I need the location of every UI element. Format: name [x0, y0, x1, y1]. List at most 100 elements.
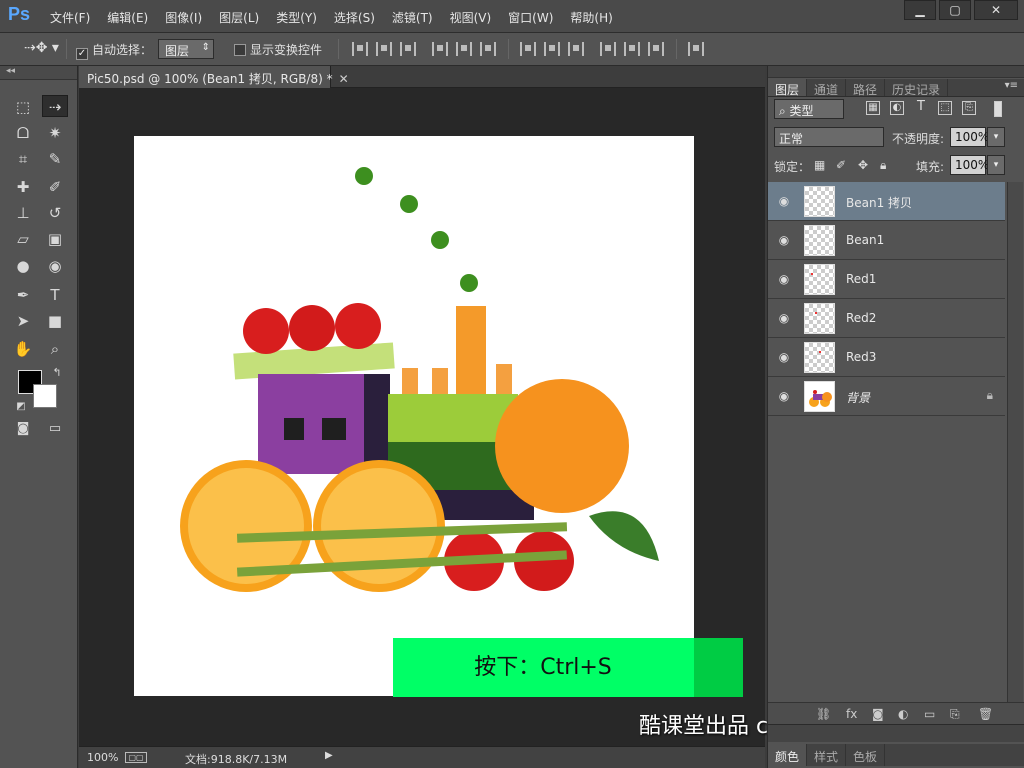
- lock-all-icon[interactable]: 🔒︎: [880, 158, 886, 173]
- auto-select-checkbox[interactable]: ✓: [76, 48, 88, 60]
- move-tool-icon[interactable]: ⇢: [42, 95, 68, 117]
- type-tool-icon[interactable]: T: [42, 284, 68, 306]
- menu-filter[interactable]: 滤镜(T): [392, 9, 433, 26]
- toolbox-collapse-icon[interactable]: ◂◂: [0, 66, 77, 80]
- auto-select-target-dropdown[interactable]: 图层: [158, 39, 214, 59]
- show-transform-control[interactable]: 显示变换控件: [234, 41, 322, 58]
- menu-view[interactable]: 视图(V): [450, 9, 492, 26]
- fill-input[interactable]: 100%: [950, 155, 989, 175]
- layer-style-icon[interactable]: fx: [846, 707, 857, 721]
- panel-collapse-strip[interactable]: [768, 66, 1024, 78]
- zoom-fit-icon[interactable]: ▢▢: [125, 752, 147, 763]
- visibility-eye-icon[interactable]: ◉: [776, 389, 792, 403]
- lock-transparent-icon[interactable]: ▦: [814, 158, 825, 172]
- hand-tool-icon[interactable]: ✋: [10, 338, 36, 360]
- layer-row[interactable]: ◉ Bean1 拷贝: [768, 182, 1005, 221]
- marquee-tool-icon[interactable]: ⬚: [10, 96, 36, 118]
- brush-tool-icon[interactable]: ✐: [42, 176, 68, 198]
- visibility-eye-icon[interactable]: ◉: [776, 233, 792, 247]
- pen-tool-icon[interactable]: ✒: [10, 284, 36, 306]
- smart-object-filter-icon[interactable]: ⎘: [962, 101, 976, 115]
- move-tool-preset-icon[interactable]: ⇢✥ ▾: [24, 40, 59, 56]
- blend-mode-dropdown[interactable]: 正常: [774, 127, 884, 147]
- align-bottom-icon[interactable]: [400, 42, 416, 56]
- swap-colors-icon[interactable]: ↰: [44, 362, 70, 384]
- layer-row[interactable]: ◉ Bean1: [768, 221, 1005, 260]
- visibility-eye-icon[interactable]: ◉: [776, 311, 792, 325]
- image-canvas[interactable]: [134, 136, 694, 696]
- quick-mask-icon[interactable]: ◙: [10, 418, 36, 440]
- panel-scrollbar[interactable]: [1007, 182, 1023, 702]
- menu-file[interactable]: 文件(F): [50, 9, 90, 26]
- layer-row[interactable]: ◉ Red2: [768, 299, 1005, 338]
- clone-stamp-tool-icon[interactable]: ⊥: [10, 202, 36, 224]
- align-vcenter-icon[interactable]: [376, 42, 392, 56]
- close-icon[interactable]: ✕: [974, 0, 1018, 20]
- panel2-collapse-strip[interactable]: [768, 724, 1024, 742]
- layer-row[interactable]: ◉ 背景 🔒︎: [768, 377, 1005, 416]
- menu-edit[interactable]: 编辑(E): [107, 9, 148, 26]
- lasso-tool-icon[interactable]: ᗝ: [10, 122, 36, 144]
- lock-image-icon[interactable]: ✐: [836, 158, 846, 172]
- menu-type[interactable]: 类型(Y): [276, 9, 317, 26]
- align-top-icon[interactable]: [352, 42, 368, 56]
- distribute-left-icon[interactable]: [600, 42, 616, 56]
- history-brush-tool-icon[interactable]: ↺: [42, 202, 68, 224]
- adjustment-layer-filter-icon[interactable]: ◐: [890, 101, 904, 115]
- healing-brush-tool-icon[interactable]: ✚: [10, 176, 36, 198]
- eyedropper-tool-icon[interactable]: ✎: [42, 148, 68, 170]
- show-transform-checkbox[interactable]: [234, 44, 246, 56]
- distribute-top-icon[interactable]: [520, 42, 536, 56]
- type-layer-filter-icon[interactable]: T: [914, 100, 928, 115]
- tab-swatches[interactable]: 色板: [846, 744, 886, 766]
- lock-position-icon[interactable]: ✥: [858, 158, 868, 172]
- auto-select-control[interactable]: ✓ 自动选择：: [76, 41, 152, 60]
- layer-row[interactable]: ◉ Red1: [768, 260, 1005, 299]
- tab-paths[interactable]: 路径: [846, 79, 886, 97]
- crop-tool-icon[interactable]: ⌗: [10, 148, 36, 170]
- distribute-hcenter-icon[interactable]: [624, 42, 640, 56]
- opacity-input[interactable]: 100%: [950, 127, 989, 147]
- menu-select[interactable]: 选择(S): [334, 9, 375, 26]
- align-left-icon[interactable]: [432, 42, 448, 56]
- document-tab[interactable]: Pic50.psd @ 100% (Bean1 拷贝, RGB/8) * ✕: [79, 66, 349, 88]
- filter-toggle-icon[interactable]: [994, 101, 1002, 117]
- tab-layers[interactable]: 图层: [768, 79, 808, 97]
- zoom-level[interactable]: 100%: [87, 751, 118, 764]
- zoom-tool-icon[interactable]: ⌕: [42, 338, 68, 360]
- magic-wand-tool-icon[interactable]: ✷: [42, 122, 68, 144]
- maximize-icon[interactable]: ▢: [939, 0, 971, 20]
- default-colors-icon[interactable]: ◩: [8, 396, 34, 418]
- status-menu-icon[interactable]: ▶: [325, 750, 333, 761]
- eraser-tool-icon[interactable]: ▱: [10, 228, 36, 250]
- blur-tool-icon[interactable]: ●: [10, 255, 36, 277]
- layer-row[interactable]: ◉ Red3: [768, 338, 1005, 377]
- align-hcenter-icon[interactable]: [456, 42, 472, 56]
- pixel-layer-filter-icon[interactable]: ▦: [866, 101, 880, 115]
- add-mask-icon[interactable]: ◙: [872, 707, 884, 721]
- link-layers-icon[interactable]: ⛓: [816, 707, 831, 721]
- adjustment-layer-icon[interactable]: ◐: [898, 707, 908, 721]
- visibility-eye-icon[interactable]: ◉: [776, 272, 792, 286]
- auto-align-layers-icon[interactable]: [688, 42, 704, 56]
- opacity-dropdown-icon[interactable]: ▾: [987, 127, 1005, 147]
- tab-color[interactable]: 颜色: [768, 744, 808, 766]
- new-group-icon[interactable]: ▭: [924, 707, 935, 721]
- path-selection-tool-icon[interactable]: ➤: [10, 310, 36, 332]
- distribute-right-icon[interactable]: [648, 42, 664, 56]
- tab-close-icon[interactable]: ✕: [339, 72, 349, 86]
- visibility-eye-icon[interactable]: ◉: [776, 194, 792, 208]
- menu-layer[interactable]: 图层(L): [219, 9, 259, 26]
- layer-filter-dropdown[interactable]: ⌕ 类型: [774, 99, 844, 119]
- background-color-swatch[interactable]: [33, 384, 57, 408]
- gradient-tool-icon[interactable]: ▣: [42, 228, 68, 250]
- shape-layer-filter-icon[interactable]: ⬚: [938, 101, 952, 115]
- minimize-icon[interactable]: ▁: [904, 0, 936, 20]
- tab-channels[interactable]: 通道: [807, 79, 847, 97]
- delete-layer-icon[interactable]: 🗑︎: [978, 707, 993, 721]
- new-layer-icon[interactable]: ⎘: [950, 707, 960, 722]
- menu-window[interactable]: 窗口(W): [508, 9, 553, 26]
- align-right-icon[interactable]: [480, 42, 496, 56]
- panel-menu-icon[interactable]: ▾≡: [1005, 80, 1018, 91]
- distribute-vcenter-icon[interactable]: [544, 42, 560, 56]
